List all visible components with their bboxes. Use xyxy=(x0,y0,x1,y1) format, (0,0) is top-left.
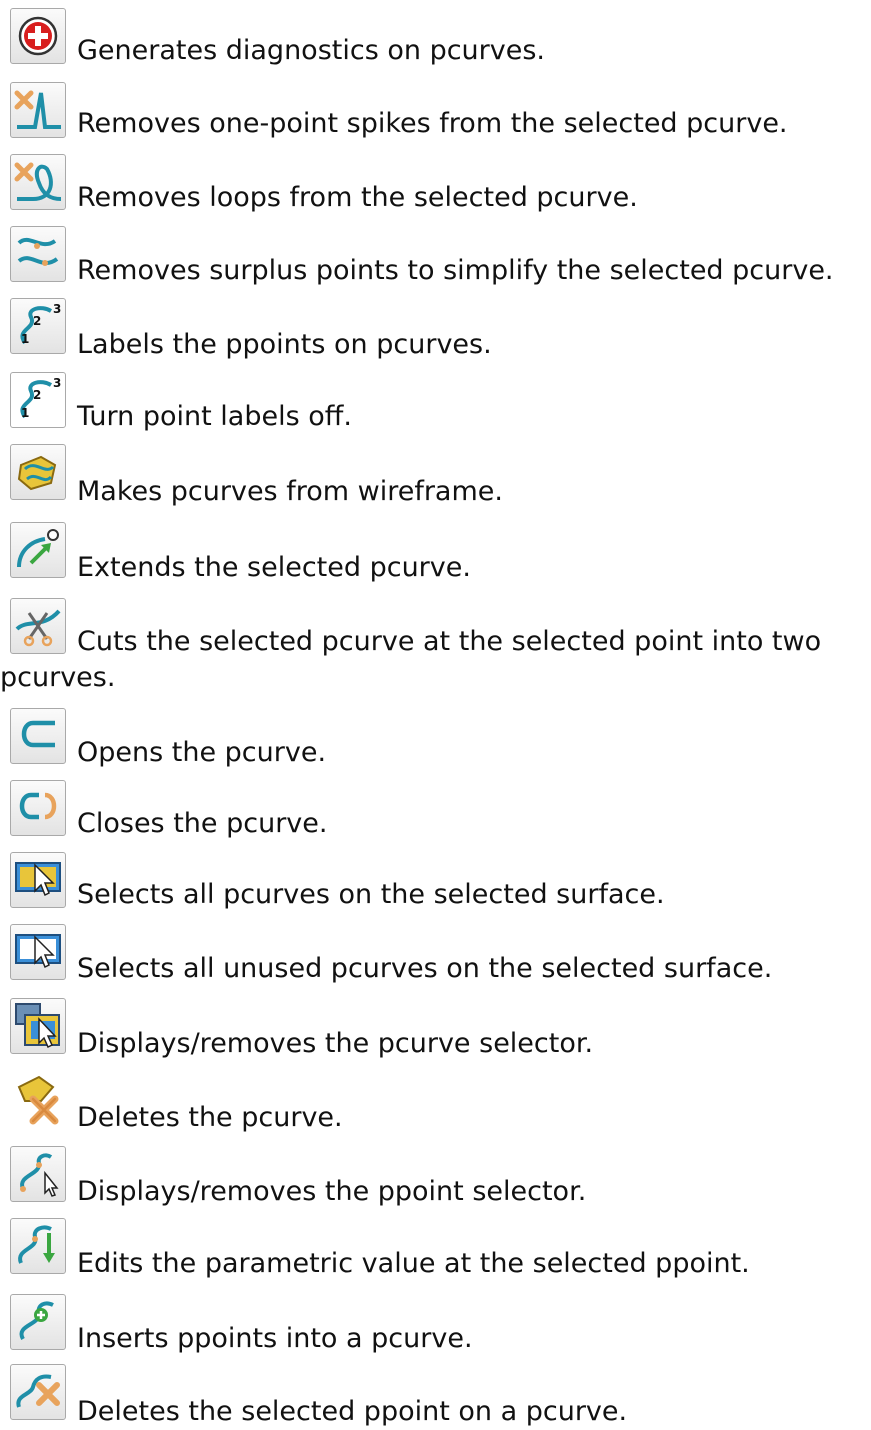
item-description: Deletes the pcurve. xyxy=(77,1102,343,1133)
item-description: Opens the pcurve. xyxy=(77,737,327,768)
diagnostics-icon[interactable] xyxy=(10,8,66,64)
item-description: Displays/removes the ppoint selector. xyxy=(77,1176,587,1207)
item-description: Extends the selected pcurve. xyxy=(77,552,471,583)
item-description: Removes one-point spikes from the select… xyxy=(77,108,788,139)
item-description: Selects all pcurves on the selected surf… xyxy=(77,879,665,910)
label-points-off-icon[interactable]: 123 xyxy=(10,372,66,428)
svg-text:1: 1 xyxy=(21,406,29,420)
remove-loops-icon[interactable] xyxy=(10,154,66,210)
item-description: Labels the ppoints on pcurves. xyxy=(77,329,492,360)
item-description: Closes the pcurve. xyxy=(77,808,328,839)
open-pcurve-icon[interactable] xyxy=(10,708,66,764)
select-unused-pcurves-icon[interactable] xyxy=(10,924,66,980)
delete-ppoint-icon[interactable] xyxy=(10,1364,66,1420)
item-description: Edits the parametric value at the select… xyxy=(77,1248,750,1279)
item-description: Makes pcurves from wireframe. xyxy=(77,476,503,507)
item-description: Cuts the selected pcurve at the selected… xyxy=(0,626,822,693)
select-all-pcurves-icon[interactable] xyxy=(10,852,66,908)
item-description: Generates diagnostics on pcurves. xyxy=(77,35,546,66)
svg-text:3: 3 xyxy=(53,376,61,390)
ppoint-selector-icon[interactable] xyxy=(10,1146,66,1202)
svg-text:2: 2 xyxy=(33,314,41,328)
svg-text:1: 1 xyxy=(21,332,29,346)
item-description: Turn point labels off. xyxy=(77,401,352,432)
label-points-on-icon[interactable]: 123 xyxy=(10,298,66,354)
delete-pcurve-icon[interactable] xyxy=(10,1072,66,1128)
svg-text:2: 2 xyxy=(33,388,41,402)
item-description: Removes surplus points to simplify the s… xyxy=(77,255,834,286)
edit-parametric-value-icon[interactable] xyxy=(10,1218,66,1274)
pcurve-selector-icon[interactable] xyxy=(10,998,66,1054)
item-description: Removes loops from the selected pcurve. xyxy=(77,182,638,213)
pcurve-from-wireframe-icon[interactable] xyxy=(10,444,66,500)
remove-spikes-icon[interactable] xyxy=(10,82,66,138)
item-description: Displays/removes the pcurve selector. xyxy=(77,1028,594,1059)
item-description: Inserts ppoints into a pcurve. xyxy=(77,1323,473,1354)
extend-pcurve-icon[interactable] xyxy=(10,522,66,578)
close-pcurve-icon[interactable] xyxy=(10,780,66,836)
svg-text:3: 3 xyxy=(53,302,61,316)
insert-ppoints-icon[interactable] xyxy=(10,1294,66,1350)
simplify-icon[interactable] xyxy=(10,226,66,282)
item-description: Selects all unused pcurves on the select… xyxy=(77,953,773,984)
